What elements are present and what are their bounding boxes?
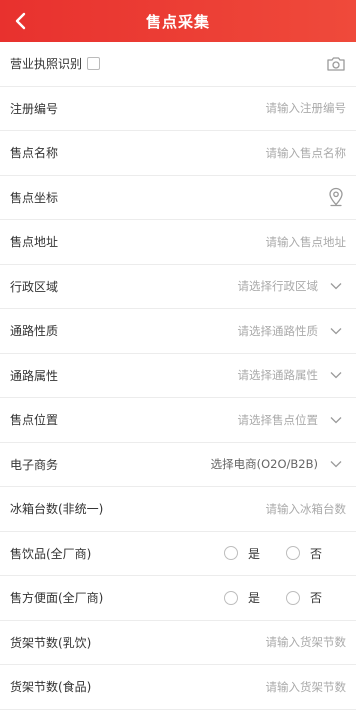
radio-button[interactable] [285,590,300,605]
sells-noodles-row: 售方便面(全厂商) 是 否 [0,576,356,621]
shelf-food-row: 货架节数(食品) 请输入货架节数 [0,665,356,710]
locate-button[interactable] [326,187,346,207]
store-position-select[interactable]: 请选择售点位置 [238,412,319,428]
sells-drinks-label: 售饮品(全厂商) [10,546,92,561]
sells-drinks-radio-group: 是 否 [223,545,322,562]
radio-button[interactable] [223,546,238,561]
camera-icon [327,57,345,71]
channel-nature-row[interactable]: 通路性质 请选择通路性质 [0,309,356,354]
sells-drinks-no-option[interactable]: 否 [285,545,322,562]
fridge-count-input[interactable]: 请输入冰箱台数 [266,501,347,517]
page-title: 售点采集 [145,12,210,31]
registration-number-row: 注册编号 请输入注册编号 [0,87,356,131]
chevron-down-icon [330,416,342,424]
license-recognition-row: 营业执照识别 [0,42,356,87]
license-recognition-checkbox[interactable] [87,57,101,71]
region-label: 行政区域 [10,279,59,294]
shelf-dairy-row: 货架节数(乳饮) 请输入货架节数 [0,621,356,665]
sells-noodles-yes-option[interactable]: 是 [223,589,260,606]
shelf-food-input[interactable]: 请输入货架节数 [266,679,347,695]
channel-attribute-label: 通路属性 [10,368,59,383]
store-name-row: 售点名称 请输入售点名称 [0,131,356,176]
channel-attribute-row[interactable]: 通路属性 请选择通路属性 [0,354,356,398]
ecommerce-select[interactable]: 选择电商(O2O/B2B) [211,456,318,472]
store-address-row: 售点地址 请输入售点地址 [0,220,356,265]
shelf-dairy-label: 货架节数(乳饮) [10,635,92,650]
store-position-row[interactable]: 售点位置 请选择售点位置 [0,398,356,443]
fridge-count-row: 冰箱台数(非统一) 请输入冰箱台数 [0,487,356,532]
back-button[interactable] [8,0,32,42]
sells-noodles-label: 售方便面(全厂商) [10,591,104,606]
store-name-input[interactable]: 请输入售点名称 [266,145,347,161]
sells-drinks-row: 售饮品(全厂商) 是 否 [0,532,356,576]
location-pin-icon [329,188,343,207]
region-select[interactable]: 请选择行政区域 [238,278,319,294]
registration-number-input[interactable]: 请输入注册编号 [266,100,347,116]
store-coordinates-row: 售点坐标 [0,176,356,220]
license-recognition-label: 营业执照识别 [10,57,83,72]
chevron-left-icon [15,12,26,30]
radio-button[interactable] [285,546,300,561]
region-row[interactable]: 行政区域 请选择行政区域 [0,265,356,309]
collection-form: 营业执照识别 注册编号 请输入注册编号 售点名称 请输入售点名称 售点坐标 售点… [0,42,356,710]
ecommerce-row[interactable]: 电子商务 选择电商(O2O/B2B) [0,443,356,487]
top-bar: 售点采集 [0,0,356,42]
sells-noodles-no-option[interactable]: 否 [285,589,322,606]
channel-nature-label: 通路性质 [10,324,59,339]
registration-number-label: 注册编号 [10,101,59,116]
chevron-down-icon [330,372,342,379]
radio-button[interactable] [223,590,238,605]
shelf-food-label: 货架节数(食品) [10,680,92,695]
channel-nature-select[interactable]: 请选择通路性质 [238,323,319,339]
ecommerce-label: 电子商务 [10,457,59,472]
store-address-label: 售点地址 [10,235,59,250]
store-address-input[interactable]: 请输入售点地址 [266,234,347,250]
store-coordinates-label: 售点坐标 [10,190,59,205]
store-position-label: 售点位置 [10,413,59,428]
fridge-count-label: 冰箱台数(非统一) [10,502,104,517]
channel-attribute-select[interactable]: 请选择通路属性 [238,367,319,383]
sells-noodles-radio-group: 是 否 [223,589,322,606]
sells-drinks-yes-option[interactable]: 是 [223,545,260,562]
chevron-down-icon [330,327,342,335]
chevron-down-icon [330,283,342,290]
store-name-label: 售点名称 [10,146,59,161]
chevron-down-icon [330,461,342,468]
camera-button[interactable] [326,54,346,74]
shelf-dairy-input[interactable]: 请输入货架节数 [266,634,347,650]
